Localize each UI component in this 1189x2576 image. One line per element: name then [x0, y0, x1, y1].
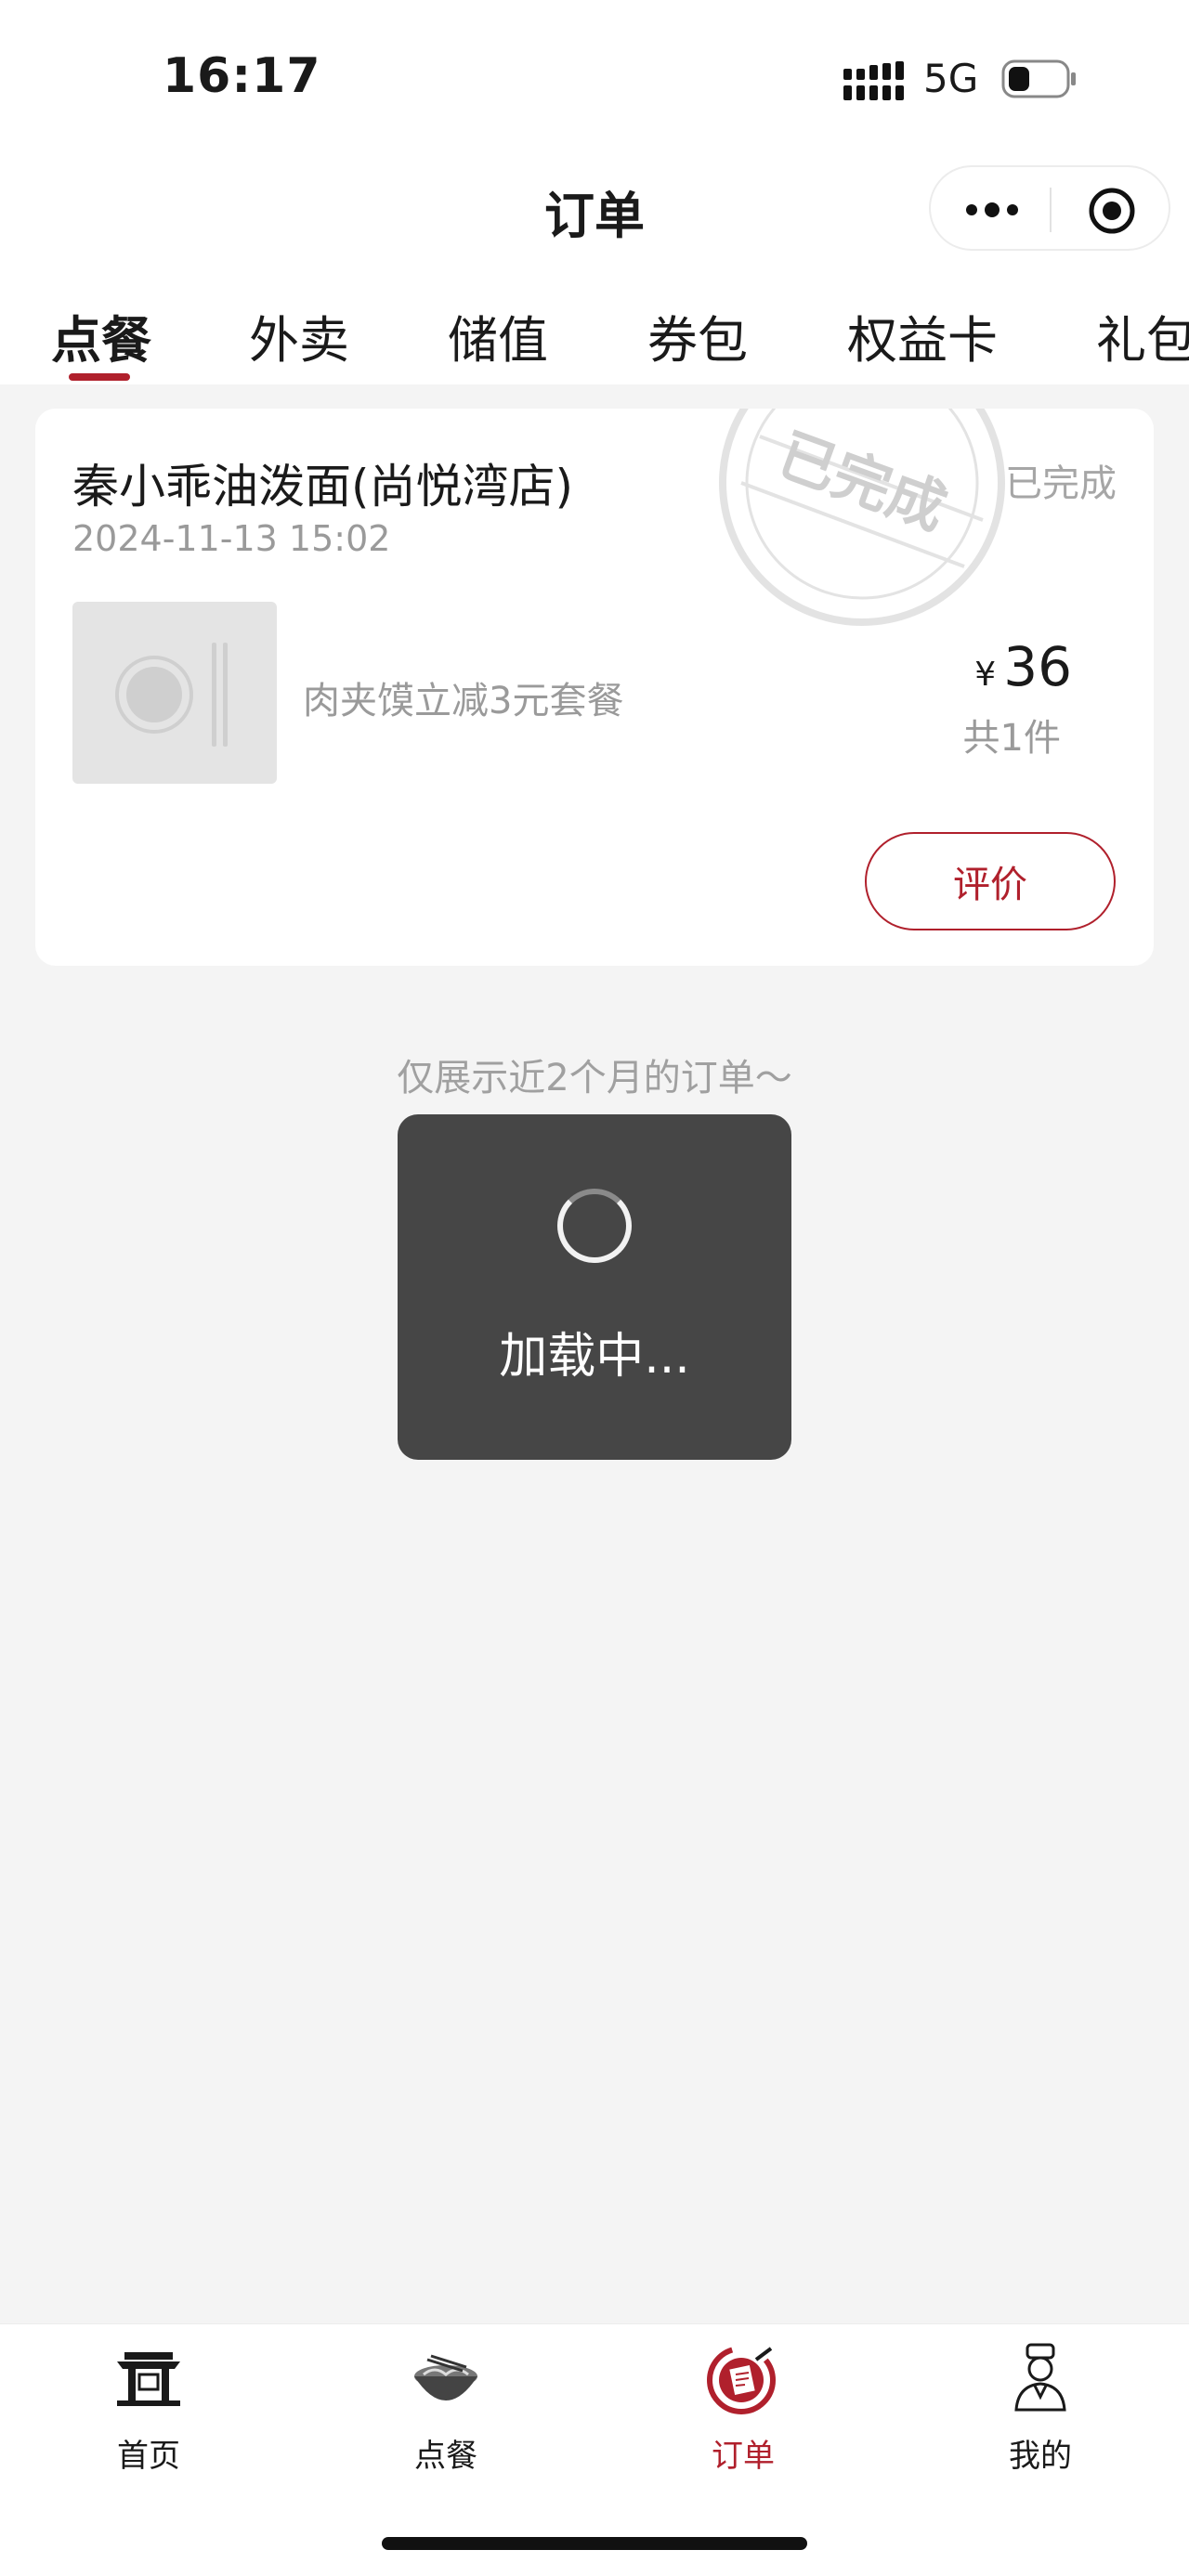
tabbar-label-mine: 我的: [1009, 2438, 1072, 2475]
item-placeholder-image: [72, 602, 277, 784]
price-value: 36: [1003, 635, 1072, 698]
tabbar-item-orders[interactable]: 订单: [650, 2341, 836, 2480]
store-name: 秦小乖油泼面(尚悦湾店): [72, 460, 574, 514]
battery-icon: [1001, 59, 1076, 98]
order-price: ¥ 36: [974, 635, 1072, 698]
shop-gate-icon: [117, 2352, 180, 2406]
tabbar-item-home[interactable]: 首页: [56, 2341, 242, 2480]
tabbar-item-order-food[interactable]: 点餐: [353, 2341, 539, 2480]
chef-person-icon: [1014, 2343, 1066, 2412]
status-time: 16:17: [163, 48, 321, 104]
item-quantity: 共1件: [962, 717, 1061, 760]
order-card[interactable]: 已完成 秦小乖油泼面(尚悦湾店) 2024-11-13 15:02 已完成 肉夹…: [35, 409, 1154, 966]
nav-bar: 订单: [0, 149, 1189, 271]
plate-chopsticks-icon: [115, 643, 228, 747]
network-label: 5G: [923, 56, 979, 101]
review-button[interactable]: 评价: [865, 832, 1116, 930]
currency-symbol: ¥: [974, 656, 997, 694]
noodle-bowl-icon: [414, 2354, 477, 2400]
stamp-text: 已完成: [770, 420, 956, 542]
active-tab-indicator: [69, 373, 130, 381]
completed-stamp-icon: 已完成: [719, 409, 1005, 626]
loading-spinner-icon: [557, 1189, 632, 1263]
tabbar-label-home: 首页: [117, 2438, 180, 2475]
tab-coupons[interactable]: 券包: [647, 299, 748, 372]
tab-gift-pack[interactable]: 礼包: [1096, 299, 1189, 372]
status-bar: 16:17 5G: [0, 0, 1189, 149]
loading-toast: 加载中...: [398, 1114, 791, 1460]
loading-text: 加载中...: [499, 1329, 690, 1385]
close-target-icon[interactable]: [1087, 186, 1137, 236]
order-status: 已完成: [1005, 462, 1117, 505]
order-note-icon: [707, 2346, 776, 2414]
tabbar-label-orders: 订单: [712, 2438, 775, 2475]
more-dots-icon[interactable]: [964, 197, 1020, 223]
item-name: 肉夹馍立减3元套餐: [303, 680, 624, 722]
mini-program-capsule: [929, 165, 1170, 251]
order-time: 2024-11-13 15:02: [72, 518, 391, 559]
tabbar-item-mine[interactable]: 我的: [947, 2341, 1133, 2480]
tabbar-label-order-food: 点餐: [414, 2438, 477, 2475]
home-indicator[interactable]: [382, 2537, 807, 2550]
order-type-tabs: 点餐 外卖 储值 券包 权益卡 礼包: [0, 271, 1189, 384]
capsule-divider: [1050, 188, 1052, 232]
tab-stored-value[interactable]: 储值: [448, 299, 548, 372]
tab-dine-in[interactable]: 点餐: [51, 299, 151, 372]
order-range-note: 仅展示近2个月的订单～: [397, 1057, 792, 1099]
tab-delivery[interactable]: 外卖: [249, 299, 349, 372]
tab-membership-card[interactable]: 权益卡: [847, 299, 998, 372]
signal-icon: [843, 61, 904, 100]
